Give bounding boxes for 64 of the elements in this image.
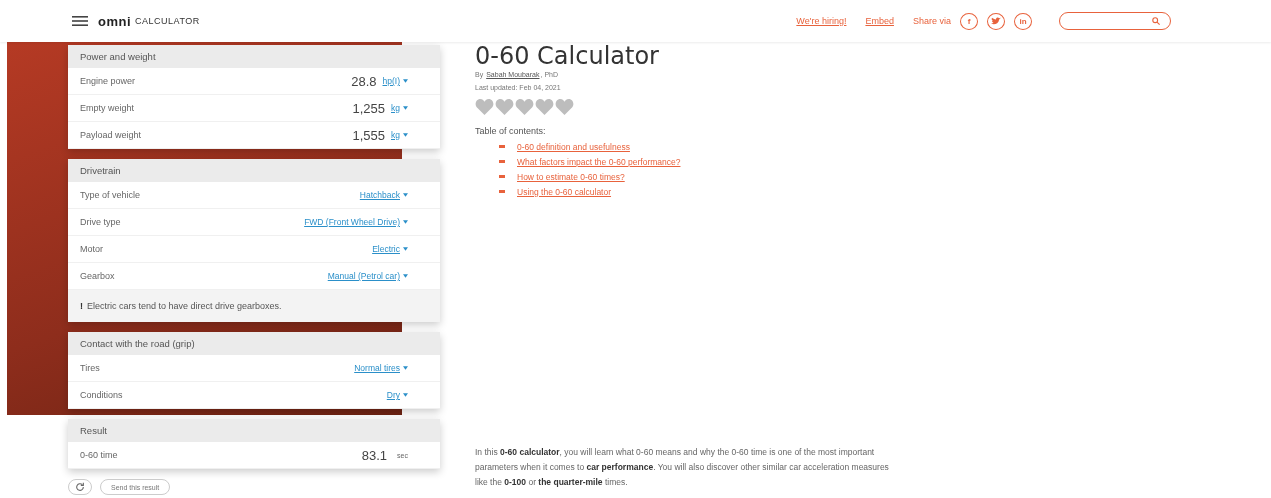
heart-icon[interactable] [515, 99, 534, 115]
refresh-icon [75, 482, 85, 492]
select-dropdown[interactable]: Electric [372, 244, 408, 254]
select-dropdown[interactable]: Normal tires [354, 363, 408, 373]
search-icon [1152, 17, 1160, 25]
caret-icon [403, 393, 408, 397]
caret-icon [403, 106, 408, 110]
bullet-icon [499, 145, 505, 148]
share-label: Share via [912, 16, 951, 26]
heart-icon[interactable] [475, 99, 494, 115]
heart-icon[interactable] [535, 99, 554, 115]
intro-paragraph: In this 0-60 calculator, you will learn what 0-60 means and why the 0-60 time is one of the most important parameters when it comes to car performance. You will also discover other similar car acceleration measures like the 0-100 or the quarter-mile times. [475, 446, 890, 489]
field-label: Empty weight [80, 103, 136, 113]
field-label: 0-60 time [80, 450, 119, 460]
input-field[interactable]: 1,555 [352, 127, 385, 143]
unit-dropdown[interactable]: kg [391, 103, 408, 113]
input-field[interactable]: 28.8 [351, 73, 377, 89]
toc-link[interactable]: 0-60 definition and usefulness [517, 141, 630, 152]
field-label: Gearbox [80, 271, 116, 281]
card-title: Result [68, 419, 440, 442]
toc-link[interactable]: Using the 0-60 calculator [517, 186, 612, 197]
rating-hearts[interactable] [475, 99, 574, 115]
bullet-icon [499, 190, 505, 193]
caret-icon [403, 366, 408, 370]
card-title: Power and weight [68, 45, 440, 68]
select-dropdown[interactable]: Hatchback [359, 190, 408, 200]
card-title: Contact with the road (grip) [68, 332, 440, 355]
header-link[interactable]: Embed [865, 16, 894, 26]
field-label: Engine power [80, 76, 137, 86]
input-field[interactable]: 1,255 [352, 100, 385, 116]
field-label: Tires [80, 363, 101, 373]
toc-heading: Table of contents: [475, 126, 547, 136]
result-value: 83.1 [361, 447, 388, 463]
heart-icon[interactable] [495, 99, 514, 115]
select-dropdown[interactable]: Dry [386, 390, 408, 400]
unit-dropdown[interactable]: hp(I) [382, 76, 408, 86]
field-label: Type of vehicle [80, 190, 142, 200]
select-dropdown[interactable]: Manual (Petrol car) [327, 271, 408, 281]
select-dropdown[interactable]: FWD (Front Wheel Drive) [304, 217, 408, 227]
reload-button[interactable] [68, 479, 92, 495]
field-label: Conditions [80, 390, 124, 400]
page-title: 0-60 Calculator [475, 42, 660, 70]
menu-icon[interactable] [72, 16, 88, 26]
note-text: Electric cars tend to have direct drive gearboxes. [87, 301, 282, 311]
toc-link[interactable]: How to estimate 0-60 times? [517, 171, 625, 182]
warning-mark: ! [80, 301, 83, 311]
bullet-icon [499, 160, 505, 163]
header-link[interactable]: We're hiring! [796, 16, 847, 26]
caret-icon [403, 247, 408, 251]
logo[interactable]: omni [98, 13, 132, 29]
caret-icon [403, 79, 408, 83]
field-label: Drive type [80, 217, 122, 227]
toc-link[interactable]: What factors impact the 0-60 performance? [517, 156, 681, 167]
card-title: Drivetrain [68, 159, 440, 182]
caret-icon [403, 274, 408, 278]
field-label: Payload weight [80, 130, 143, 140]
caret-icon [403, 133, 408, 137]
bullet-icon [499, 175, 505, 178]
heart-icon[interactable] [555, 99, 574, 115]
unit-dropdown[interactable]: kg [391, 130, 408, 140]
logo-subtitle: CALCULATOR [135, 16, 200, 26]
caret-icon [403, 193, 408, 197]
caret-icon [403, 220, 408, 224]
field-label: Motor [80, 244, 104, 254]
